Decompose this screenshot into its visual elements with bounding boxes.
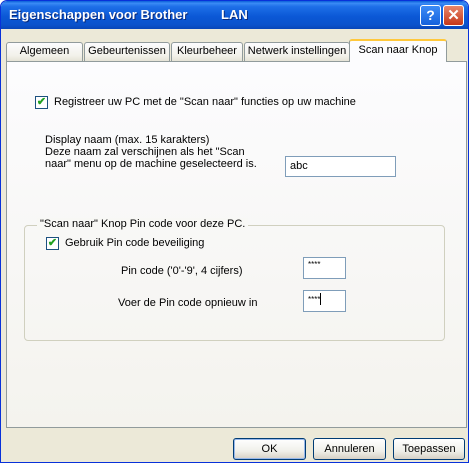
tab-gebeurtenissen[interactable]: Gebeurtenissen (84, 42, 170, 61)
display-name-line3: naar" menu op de machine geselecteerd is… (45, 158, 257, 170)
checkmark-icon: ✔ (36, 96, 47, 108)
close-icon: ✕ (447, 7, 460, 24)
window-title-suffix: LAN (221, 7, 248, 22)
title-bar[interactable]: Eigenschappen voor Brother LAN ? ✕ (1, 1, 468, 29)
register-label: Registreer uw PC met de "Scan naar" func… (54, 96, 356, 108)
pin-group-title: "Scan naar" Knop Pin code voor deze PC. (37, 218, 249, 230)
tab-kleurbeheer[interactable]: Kleurbeheer (171, 42, 243, 61)
tab-scan-naar-knop[interactable]: Scan naar Knop (349, 39, 447, 62)
display-name-input[interactable]: abc (285, 156, 396, 177)
confirm-pin-value: **** (308, 295, 321, 304)
close-button[interactable]: ✕ (443, 5, 464, 26)
text-caret (320, 293, 322, 305)
pin-code-label: Pin code ('0'-'9', 4 cijfers) (121, 265, 243, 277)
ok-button[interactable]: OK (233, 438, 306, 460)
question-icon: ? (426, 7, 435, 23)
properties-dialog: Eigenschappen voor Brother LAN ? ✕ Algem… (0, 0, 469, 463)
confirm-pin-label: Voer de Pin code opnieuw in (118, 297, 258, 309)
window-title: Eigenschappen voor Brother LAN (9, 7, 248, 23)
cancel-button[interactable]: Annuleren (313, 438, 386, 460)
checkmark-icon: ✔ (47, 237, 58, 249)
pin-code-input[interactable]: **** (303, 257, 346, 279)
confirm-pin-input[interactable]: **** (303, 290, 346, 312)
use-pin-label: Gebruik Pin code beveiliging (65, 237, 205, 249)
use-pin-checkbox[interactable]: ✔ (46, 237, 59, 250)
help-button[interactable]: ? (420, 5, 441, 26)
tab-algemeen[interactable]: Algemeen (6, 42, 83, 61)
tab-strip: Algemeen Gebeurtenissen Kleurbeheer Netw… (6, 39, 466, 62)
register-checkbox[interactable]: ✔ (35, 96, 48, 109)
tab-netwerk-instellingen[interactable]: Netwerk instellingen (244, 42, 350, 61)
apply-button[interactable]: Toepassen (393, 438, 465, 460)
display-name-line2: Deze naam zal verschijnen als het "Scan (45, 146, 245, 158)
window-title-text: Eigenschappen voor Brother (9, 7, 188, 22)
display-name-line1: Display naam (max. 15 karakters) (45, 134, 210, 146)
